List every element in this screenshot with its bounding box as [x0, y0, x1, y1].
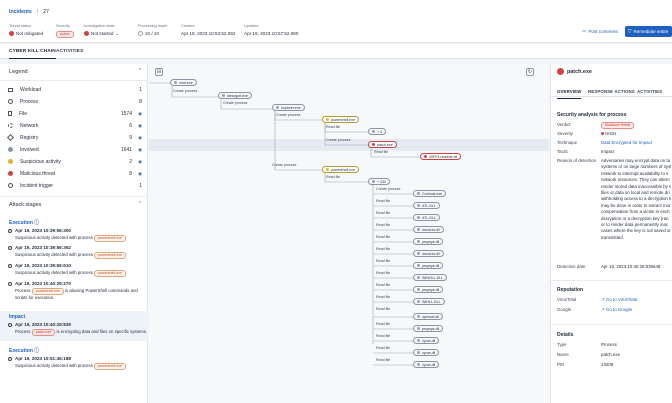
graph-edge-label: Read file — [376, 295, 391, 299]
panel-header: patch.exe — [557, 68, 592, 75]
graph-edge-label: Create process — [276, 113, 301, 117]
security-analysis-title: Security analysis for process — [557, 112, 627, 118]
graph-edge-label: Create process — [376, 187, 401, 191]
panel-tab-response-actions[interactable]: RESPONSE ACTIONS — [588, 89, 635, 94]
graph-node-process[interactable]: cmd.exe — [170, 79, 197, 86]
graph-edge-label: Read file — [376, 334, 391, 338]
malicious-process-icon — [557, 68, 564, 75]
graph-node-file[interactable]: Conhost.exe — [413, 190, 447, 197]
graph-edge-label: Read file — [326, 125, 341, 129]
graph-node-file[interactable]: openssl.dll — [413, 313, 443, 320]
graph-node-file[interactable]: propsys.dll — [413, 238, 444, 245]
graph-edge-label: Read file — [376, 211, 391, 215]
graph-node-suspicious-process[interactable]: powershell.exe — [322, 116, 359, 123]
graph-node-file[interactable]: cyrus.dll — [413, 361, 440, 368]
graph-edge-label: Read file — [376, 247, 391, 251]
external-link-icon: ↗ — [601, 297, 605, 302]
external-link-icon: ↗ — [601, 307, 605, 312]
graph-node-process[interactable]: explorer.exe — [272, 104, 305, 111]
graph-node-file[interactable]: msvcrxx.dll — [413, 226, 444, 233]
graph-edge-label: Create process — [272, 163, 297, 167]
graph-node-file[interactable]: propsys.dll — [413, 262, 444, 269]
divider — [551, 324, 672, 325]
graph-node-suspicious-process[interactable]: powershell.exe — [322, 166, 359, 173]
graph-edge-label: Read file — [376, 271, 391, 275]
graph-node-file[interactable]: ATL.DLL — [413, 214, 440, 221]
graph-node-file[interactable]: msvcrxx.dll — [413, 250, 444, 257]
divider — [551, 280, 672, 281]
graph-edge-label: Read file — [376, 358, 391, 362]
graph-node-process[interactable]: winlogon.exe — [218, 92, 252, 99]
severity-dot-icon — [601, 132, 604, 135]
virustotal-link[interactable]: ↗ Go to VirusTotal — [601, 297, 671, 303]
details-title: Details — [557, 332, 574, 338]
graph-node-file[interactable]: WINHLL.DLL — [413, 274, 448, 281]
graph-edge-label: Read file — [376, 259, 391, 263]
graph-edge-label: Create process — [173, 89, 198, 93]
graph-node-file[interactable]: propsys.dll — [413, 286, 444, 293]
reason-row: Reason of detection Adversaries may encr… — [557, 158, 671, 240]
graph-node-file[interactable]: ATL.DLL — [413, 202, 440, 209]
graph-node-file[interactable]: WIHLL.DLL — [413, 298, 445, 305]
graph-edge-label: Create process — [223, 101, 248, 105]
graph-node-file[interactable]: propsys.dll — [413, 325, 444, 332]
panel-tab-activities[interactable]: ACTIVITIES — [637, 89, 662, 94]
graph-node-group[interactable]: + 232 — [368, 178, 391, 185]
verdict-badge: Malicious threat — [601, 122, 635, 129]
technique-link[interactable]: Data Encrypted for Impact — [601, 140, 671, 146]
google-link[interactable]: ↗ Go to Google — [601, 307, 671, 313]
graph-node-file[interactable]: cyrus.dll — [413, 337, 440, 344]
graph-edge-label: Read file — [376, 346, 391, 350]
graph-edge-label: Read file — [376, 283, 391, 287]
graph-edge-label: Read file — [376, 223, 391, 227]
graph-edge-label: Read file — [376, 322, 391, 326]
panel-tab-overview[interactable]: OVERVIEW — [557, 89, 582, 99]
graph-node-file[interactable]: cyrus.dll — [413, 349, 440, 356]
graph-node-file[interactable]: 00FF4.readme.txt — [420, 153, 462, 160]
graph-node-group[interactable]: + 4 — [368, 128, 387, 135]
graph-edge-label: Read file — [376, 199, 391, 203]
reputation-title: Reputation — [557, 287, 584, 293]
graph-edge-label: Read file — [376, 307, 391, 311]
graph-edge-label: Create process — [326, 138, 351, 142]
panel-title: patch.exe — [567, 68, 592, 75]
graph-edge-label: Read file — [376, 235, 391, 239]
graph-edge-label: Read file — [374, 150, 389, 154]
graph-edge-label: Read file — [326, 175, 341, 179]
graph-node-malicious-process[interactable]: patch.exe — [368, 141, 397, 148]
